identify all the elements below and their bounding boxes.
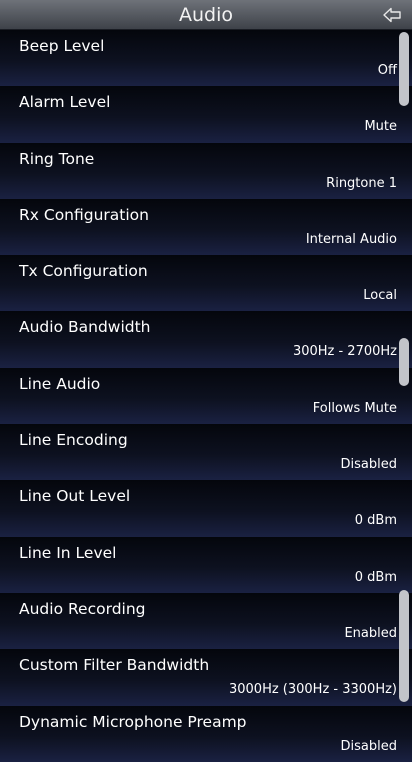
scrollbar-thumb-middle[interactable] xyxy=(399,338,409,386)
setting-value: 3000Hz (300Hz - 3300Hz) xyxy=(228,682,397,698)
setting-label: Custom Filter Bandwidth xyxy=(19,656,210,675)
setting-value: Local xyxy=(363,288,397,304)
setting-value: Internal Audio xyxy=(305,231,397,247)
settings-list: Beep Level Off Alarm Level Mute Ring Ton… xyxy=(0,30,412,762)
setting-row-ring-tone[interactable]: Ring Tone Ringtone 1 xyxy=(0,142,412,199)
setting-value: Mute xyxy=(364,119,397,135)
setting-label: Rx Configuration xyxy=(19,205,149,224)
setting-label: Audio Recording xyxy=(19,599,146,618)
setting-label: Alarm Level xyxy=(19,93,111,112)
setting-value: Follows Mute xyxy=(312,400,397,416)
setting-label: Line Out Level xyxy=(19,487,131,506)
setting-value: Disabled xyxy=(340,738,397,754)
setting-label: Beep Level xyxy=(19,37,105,55)
setting-label: Audio Bandwidth xyxy=(19,318,151,337)
header-bar: Audio xyxy=(0,0,412,30)
setting-value: Enabled xyxy=(344,625,397,641)
back-button[interactable] xyxy=(380,3,404,27)
setting-label: Dynamic Microphone Preamp xyxy=(19,712,247,731)
setting-label: Line Encoding xyxy=(19,431,128,450)
setting-label: Line Audio xyxy=(19,374,101,393)
setting-value: Ringtone 1 xyxy=(326,175,397,191)
setting-row-dynamic-microphone-preamp[interactable]: Dynamic Microphone Preamp Disabled xyxy=(0,705,412,762)
setting-row-tx-configuration[interactable]: Tx Configuration Local xyxy=(0,255,412,312)
setting-row-rx-configuration[interactable]: Rx Configuration Internal Audio xyxy=(0,198,412,256)
page-title: Audio xyxy=(178,4,233,26)
setting-value: 0 dBm xyxy=(354,513,397,529)
setting-value: Disabled xyxy=(340,457,397,473)
setting-row-audio-bandwidth[interactable]: Audio Bandwidth 300Hz - 2700Hz xyxy=(0,311,412,368)
setting-row-line-in-level[interactable]: Line In Level 0 dBm xyxy=(0,536,412,593)
setting-row-audio-recording[interactable]: Audio Recording Enabled xyxy=(0,592,412,650)
setting-row-custom-filter-bandwidth[interactable]: Custom Filter Bandwidth 3000Hz (300Hz - … xyxy=(0,649,412,706)
scrollbar-thumb-top[interactable] xyxy=(399,32,409,106)
setting-row-line-encoding[interactable]: Line Encoding Disabled xyxy=(0,424,412,481)
setting-value: 0 dBm xyxy=(354,569,397,585)
back-arrow-icon xyxy=(383,7,401,23)
setting-row-line-audio[interactable]: Line Audio Follows Mute xyxy=(0,367,412,425)
setting-row-alarm-level[interactable]: Alarm Level Mute xyxy=(0,86,412,143)
setting-label: Ring Tone xyxy=(19,149,95,168)
setting-row-line-out-level[interactable]: Line Out Level 0 dBm xyxy=(0,480,412,537)
scrollbar-thumb-bottom[interactable] xyxy=(399,590,409,702)
setting-label: Tx Configuration xyxy=(19,262,148,281)
setting-value: 300Hz - 2700Hz xyxy=(292,344,397,360)
setting-value: Off xyxy=(377,63,397,78)
setting-row-beep-level[interactable]: Beep Level Off xyxy=(0,30,412,87)
setting-label: Line In Level xyxy=(19,543,117,562)
